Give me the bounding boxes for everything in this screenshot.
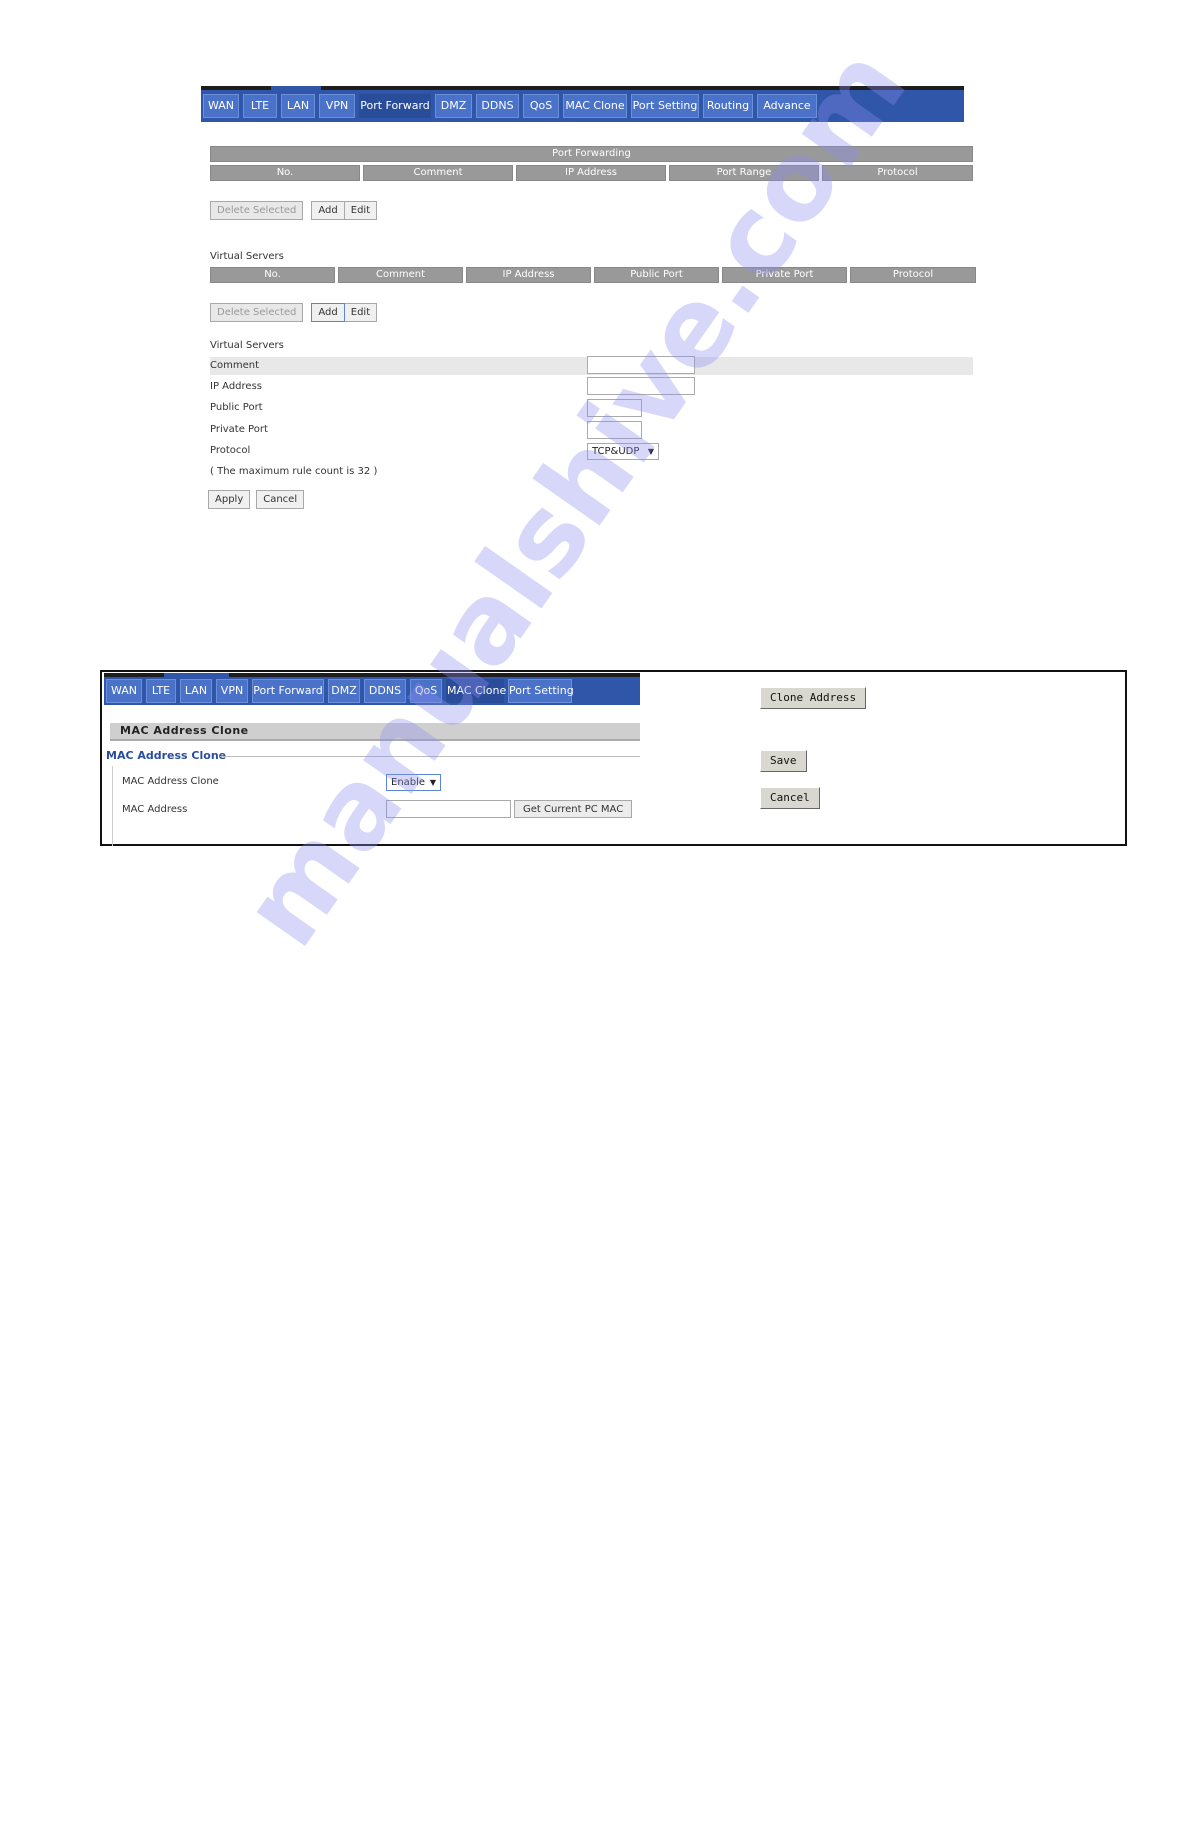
tab-vpn[interactable]: VPN <box>319 94 355 118</box>
port-forwarding-buttons: Delete Selected Add Edit <box>210 201 378 220</box>
cancel-button[interactable]: Cancel <box>256 490 305 509</box>
mac-clone-section-header: MAC Address Clone <box>110 723 640 741</box>
ip-address-label: IP Address <box>210 381 262 392</box>
column-header-ip-address: IP Address <box>516 165 666 181</box>
vs-add-button[interactable]: Add <box>311 303 345 322</box>
protocol-select-value: TCP&UDP <box>592 446 640 457</box>
virtual-servers-buttons: Delete Selected Add Edit <box>210 303 378 322</box>
edit-button[interactable]: Edit <box>344 201 378 220</box>
virtual-servers-form-title: Virtual Servers <box>210 340 284 351</box>
tab-mac-clone[interactable]: MAC Clone <box>446 679 506 703</box>
top-tab-bar: WAN LTE LAN VPN Port Forward DMZ DDNS QoS MAC Cl… <box>201 86 964 122</box>
vs-add-edit-group: Add Edit <box>311 303 378 322</box>
column-header-port-range: Port Range <box>669 165 819 181</box>
tab-wan[interactable]: WAN <box>203 94 239 118</box>
column-header-comment: Comment <box>338 267 463 283</box>
vs-delete-selected-button[interactable]: Delete Selected <box>210 303 304 322</box>
mac-address-input[interactable] <box>386 800 511 818</box>
tab-port-setting[interactable]: Port Setting <box>631 94 699 118</box>
tab-ddns[interactable]: DDNS <box>476 94 519 118</box>
add-edit-group: Add Edit <box>311 201 378 220</box>
port-forwarding-header: No. Comment IP Address Port Range Protocol <box>210 165 973 181</box>
bottom-tab-bar: WAN LTE LAN VPN Port Forward DMZ DDNS QoS MAC Cl… <box>104 673 640 705</box>
delete-selected-button[interactable]: Delete Selected <box>210 201 304 220</box>
column-header-no: No. <box>210 165 360 181</box>
legend-divider <box>220 756 640 757</box>
get-current-pc-mac-button[interactable]: Get Current PC MAC <box>514 800 633 818</box>
tab-port-forward[interactable]: Port Forward <box>359 94 431 118</box>
bottom-tabs: WAN LTE LAN VPN Port Forward DMZ DDNS QoS MAC Cl… <box>106 679 574 703</box>
side-cancel-button[interactable]: Cancel <box>760 787 820 809</box>
port-forwarding-title: Port Forwarding <box>210 146 973 162</box>
clone-address-button[interactable]: Clone Address <box>760 687 867 709</box>
tab-qos[interactable]: QoS <box>410 679 442 703</box>
public-port-label: Public Port <box>210 402 263 413</box>
top-tabs: WAN LTE LAN VPN Port Forward DMZ DDNS QoS MAC Cl… <box>203 94 817 118</box>
mac-address-label: MAC Address <box>122 804 188 815</box>
private-port-input[interactable] <box>587 421 642 439</box>
column-header-protocol: Protocol <box>850 267 976 283</box>
apply-button[interactable]: Apply <box>208 490 251 509</box>
fieldset-border <box>112 766 113 846</box>
form-buttons: Apply Cancel <box>208 490 305 509</box>
comment-input[interactable] <box>587 356 695 374</box>
chevron-down-icon: ▼ <box>429 778 436 787</box>
column-header-ip-address: IP Address <box>466 267 591 283</box>
tab-lan[interactable]: LAN <box>281 94 315 118</box>
public-port-input[interactable] <box>587 399 642 417</box>
vs-edit-button[interactable]: Edit <box>344 303 378 322</box>
tab-dmz[interactable]: DMZ <box>435 94 472 118</box>
column-header-public-port: Public Port <box>594 267 719 283</box>
column-header-protocol: Protocol <box>822 165 973 181</box>
tab-advance[interactable]: Advance <box>757 94 817 118</box>
tab-vpn[interactable]: VPN <box>216 679 248 703</box>
chevron-down-icon: ▼ <box>647 447 654 456</box>
comment-label: Comment <box>210 360 259 371</box>
tab-wan[interactable]: WAN <box>106 679 142 703</box>
column-header-private-port: Private Port <box>722 267 847 283</box>
max-rule-note: ( The maximum rule count is 32 ) <box>210 466 378 477</box>
add-button[interactable]: Add <box>311 201 345 220</box>
mac-clone-legend: MAC Address Clone <box>106 749 227 762</box>
protocol-label: Protocol <box>210 445 251 456</box>
tab-ddns[interactable]: DDNS <box>364 679 406 703</box>
tab-bar-top-strip <box>201 86 964 90</box>
mac-clone-label: MAC Address Clone <box>122 776 219 787</box>
tab-dmz[interactable]: DMZ <box>328 679 360 703</box>
tab-port-forward[interactable]: Port Forward <box>252 679 324 703</box>
column-header-no: No. <box>210 267 335 283</box>
save-button[interactable]: Save <box>760 750 807 772</box>
tab-lan[interactable]: LAN <box>180 679 212 703</box>
tab-port-setting[interactable]: Port Setting <box>508 679 574 703</box>
tab-mac-clone[interactable]: MAC Clone <box>563 94 627 118</box>
tab-lte[interactable]: LTE <box>146 679 176 703</box>
mac-clone-select-value: Enable <box>391 777 426 788</box>
tab-lte[interactable]: LTE <box>243 94 277 118</box>
virtual-servers-header: No. Comment IP Address Public Port Private P… <box>210 267 976 283</box>
virtual-servers-table-title: Virtual Servers <box>210 251 284 262</box>
mac-clone-select[interactable]: Enable ▼ <box>386 774 441 791</box>
private-port-label: Private Port <box>210 424 268 435</box>
tab-routing[interactable]: Routing <box>703 94 753 118</box>
column-header-comment: Comment <box>363 165 513 181</box>
tab-qos[interactable]: QoS <box>523 94 559 118</box>
protocol-select[interactable]: TCP&UDP ▼ <box>587 443 659 460</box>
ip-address-input[interactable] <box>587 377 695 395</box>
bottom-tab-bar-top-strip <box>104 673 640 677</box>
